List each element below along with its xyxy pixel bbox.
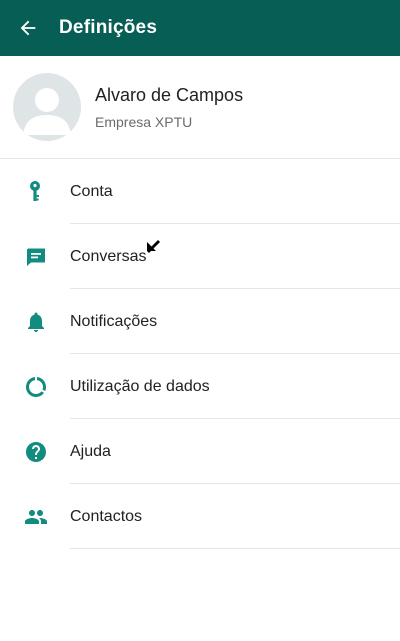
arrow-back-icon [20, 20, 36, 36]
menu-item-conversas[interactable]: Conversas [0, 224, 400, 289]
menu-item-label: Ajuda [70, 442, 111, 460]
menu-item-ajuda[interactable]: Ajuda [0, 419, 400, 484]
menu-item-label: Conta [70, 182, 113, 200]
menu-item-contactos[interactable]: Contactos [0, 484, 400, 549]
menu-item-label: Utilização de dados [70, 377, 210, 395]
menu-item-utilizacao-de-dados[interactable]: Utilização de dados [0, 354, 400, 419]
data-usage-icon [26, 376, 46, 397]
profile-header[interactable]: Alvaro de Campos Empresa XPTU [0, 56, 400, 159]
chat-icon [27, 248, 45, 266]
menu-item-notificacoes[interactable]: Notificações [0, 289, 400, 354]
page-title: Definições [59, 17, 158, 38]
help-icon [26, 441, 46, 462]
menu-item-conta[interactable]: Conta [0, 159, 400, 224]
avatar[interactable] [13, 73, 81, 141]
settings-menu: Conta Conversas Notificações Utilização … [0, 159, 400, 549]
app-bar: Definições [0, 0, 400, 56]
profile-text: Alvaro de Campos Empresa XPTU [95, 84, 243, 131]
key-icon [30, 180, 40, 201]
menu-item-label: Contactos [70, 507, 143, 525]
contacts-icon [25, 509, 47, 524]
profile-status: Empresa XPTU [95, 113, 193, 130]
profile-name: Alvaro de Campos [95, 84, 244, 105]
menu-item-label: Notificações [70, 312, 158, 330]
menu-item-label: Conversas [70, 247, 147, 265]
back-button[interactable] [0, 0, 56, 56]
avatar-placeholder-icon [23, 88, 71, 135]
bell-icon [28, 312, 44, 332]
